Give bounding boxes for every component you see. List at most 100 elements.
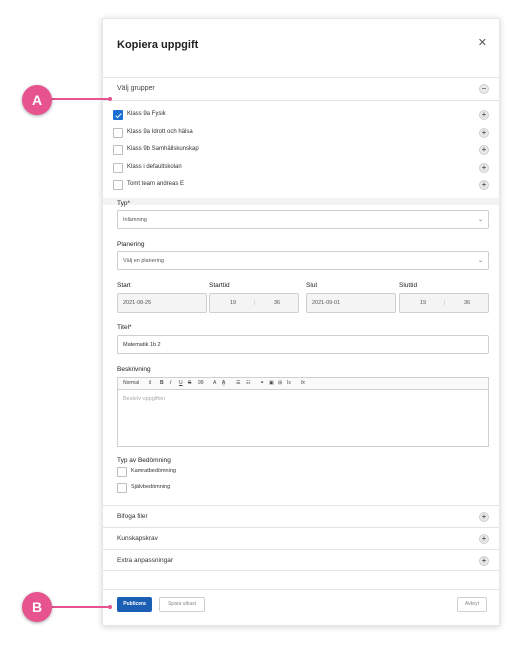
titel-label: Titel* [117, 324, 132, 331]
group-checkbox[interactable] [113, 110, 123, 120]
chevron-down-icon: ⌄ [477, 217, 483, 223]
description-placeholder: Beskriv uppgiften [123, 396, 166, 402]
slut-label: Slut [306, 282, 318, 289]
group-item[interactable]: Klass i defaultskolan + [103, 161, 499, 175]
group-item[interactable]: Klass 9b Samhällskunskap + [103, 143, 499, 157]
collapse-icon[interactable]: − [479, 84, 489, 94]
group-item-label: Klass i defaultskolan [127, 163, 182, 170]
callout-b-dot [108, 605, 112, 609]
section-label: Kunskapskrav [117, 535, 158, 542]
start-date-field[interactable]: 2021-08-25 [117, 293, 207, 313]
end-date-field[interactable]: 2021-09-01 [306, 293, 396, 313]
strikethrough-icon[interactable]: S [188, 380, 191, 386]
cancel-button[interactable]: Avbryt [457, 597, 487, 612]
chevron-down-icon: ⌄ [477, 258, 483, 264]
start-minute[interactable]: 36 [274, 300, 280, 306]
typ-value: Inlämning [123, 217, 147, 223]
callout-b: B [22, 592, 52, 622]
font-color-icon[interactable]: A [213, 380, 216, 386]
groups-header[interactable]: Välj grupper − [103, 77, 499, 101]
titel-value: Matematik 1b 2 [123, 342, 161, 348]
expand-icon[interactable]: + [479, 110, 489, 120]
callout-a-line [50, 98, 110, 100]
formula-icon[interactable]: fx [301, 380, 305, 386]
quote-icon[interactable]: 99 [198, 380, 204, 386]
time-separator: | [444, 300, 446, 306]
start-hour[interactable]: 19 [230, 300, 236, 306]
expand-icon[interactable]: + [479, 127, 489, 138]
group-item-label: Klass 9a Idrott och hälsa [127, 128, 193, 135]
section-label: Bifoga filer [117, 513, 148, 520]
expand-icon[interactable]: + [479, 145, 489, 155]
expand-icon[interactable]: + [479, 180, 489, 190]
typ-label: Typ* [117, 200, 131, 207]
group-checkbox[interactable] [113, 145, 123, 155]
image-icon[interactable]: ▣ [269, 380, 274, 386]
bedomning-option[interactable]: Självbedömning [103, 481, 499, 495]
format-chevron-icon[interactable]: ⇕ [148, 380, 152, 386]
close-icon[interactable]: ✕ [478, 36, 487, 49]
section-kunskapskrav[interactable]: Kunskapskrav + [103, 527, 499, 549]
section-bifoga-filer[interactable]: Bifoga filer + [103, 505, 499, 527]
group-checkbox[interactable] [113, 180, 123, 190]
callout-a: A [22, 85, 52, 115]
dialog-title: Kopiera uppgift [117, 39, 199, 51]
table-icon[interactable]: ⊞ [278, 380, 282, 386]
beskrivning-label: Beskrivning [117, 366, 151, 373]
bedomning-option-label: Självbedömning [131, 484, 171, 490]
checkbox[interactable] [117, 467, 127, 477]
start-label: Start [117, 282, 131, 289]
group-item[interactable]: Klass 9a Fysik + [103, 108, 499, 122]
starttid-label: Starttid [209, 282, 230, 289]
time-separator: | [254, 300, 256, 306]
description-editor[interactable]: Beskriv uppgiften [117, 389, 489, 447]
section-extra-anpassningar[interactable]: Extra anpassningar + [103, 549, 499, 571]
editor-toolbar: Normal ⇕ B I U S 99 A A ☰ ☷ ⚭ ▣ ⊞ Ix fx [117, 377, 489, 389]
save-draft-button[interactable]: Spara utkast [159, 597, 205, 612]
groups-header-label: Välj grupper [117, 85, 155, 92]
ordered-list-icon[interactable]: ☰ [236, 380, 240, 386]
end-minute[interactable]: 36 [464, 300, 470, 306]
expand-icon[interactable]: + [479, 534, 489, 544]
expand-icon[interactable]: + [479, 556, 489, 566]
callout-b-line [50, 606, 110, 608]
checkbox[interactable] [117, 483, 127, 493]
highlight-icon[interactable]: A [222, 380, 226, 386]
end-hour[interactable]: 19 [420, 300, 426, 306]
planering-placeholder: Välj en planering [123, 258, 164, 264]
group-item[interactable]: Klass 9a Idrott och hälsa + [103, 126, 499, 140]
link-icon[interactable]: ⚭ [260, 380, 264, 386]
start-date-value: 2021-08-25 [123, 300, 152, 306]
bedomning-option[interactable]: Kamratbedömning [103, 465, 499, 479]
titel-input[interactable]: Matematik 1b 2 [117, 335, 489, 354]
section-label: Extra anpassningar [117, 557, 174, 564]
callout-a-dot [108, 97, 112, 101]
bedomning-option-label: Kamratbedömning [131, 468, 176, 474]
dialog-header: Kopiera uppgift ✕ [103, 19, 499, 61]
publish-button[interactable]: Publicera [117, 597, 152, 612]
dialog-footer: Publicera Spara utkast Avbryt [103, 589, 499, 627]
bedomning-label: Typ av Bedömning [117, 457, 171, 464]
format-select[interactable]: Normal [123, 380, 139, 386]
underline-icon[interactable]: U [179, 380, 183, 386]
planering-label: Planering [117, 241, 145, 248]
end-date-value: 2021-09-01 [312, 300, 341, 306]
sluttid-label: Sluttid [399, 282, 418, 289]
group-item[interactable]: Tomt team andreas E + [103, 178, 499, 192]
bullet-list-icon[interactable]: ☷ [246, 380, 250, 386]
expand-icon[interactable]: + [479, 162, 489, 173]
clear-format-icon[interactable]: Ix [287, 380, 291, 386]
group-item-label: Tomt team andreas E [127, 181, 185, 187]
end-time-field[interactable]: 19 | 36 [399, 293, 489, 313]
bold-icon[interactable]: B [160, 380, 164, 386]
group-item-label: Klass 9a Fysik [127, 111, 166, 117]
planering-select[interactable]: Välj en planering ⌄ [117, 251, 489, 270]
group-item-label: Klass 9b Samhällskunskap [127, 146, 199, 152]
expand-icon[interactable]: + [479, 512, 489, 522]
copy-assignment-dialog: Kopiera uppgift ✕ Välj grupper − Klass 9… [102, 18, 500, 626]
group-checkbox[interactable] [113, 162, 123, 173]
start-time-field[interactable]: 19 | 36 [209, 293, 299, 313]
group-checkbox[interactable] [113, 127, 123, 138]
italic-icon[interactable]: I [170, 380, 171, 386]
typ-select[interactable]: Inlämning ⌄ [117, 210, 489, 229]
